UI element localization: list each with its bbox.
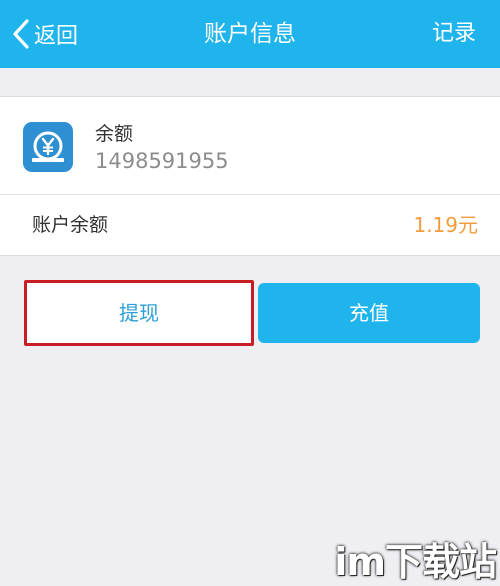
withdraw-button[interactable]: 提现 <box>24 280 254 346</box>
back-label: 返回 <box>34 24 79 49</box>
chevron-left-icon <box>13 19 29 49</box>
balance-row: 账户余额 1.19元 <box>0 195 500 255</box>
balance-label: 账户余额 <box>32 214 109 236</box>
account-card: 余额 1498591955 账户余额 1.19元 <box>0 96 500 256</box>
account-row: 余额 1498591955 <box>0 97 500 195</box>
record-button[interactable]: 记录 <box>432 0 476 68</box>
account-name: 余额 <box>95 123 134 145</box>
back-button[interactable]: 返回 <box>10 15 78 53</box>
watermark-logo: im下载站 <box>334 540 497 584</box>
header-bar: 返回 账户信息 记录 <box>0 0 500 68</box>
account-number: 1498591955 <box>95 149 229 173</box>
balance-value: 1.19元 <box>413 213 478 237</box>
yen-coin-icon <box>23 122 73 172</box>
recharge-button[interactable]: 充值 <box>258 283 480 343</box>
